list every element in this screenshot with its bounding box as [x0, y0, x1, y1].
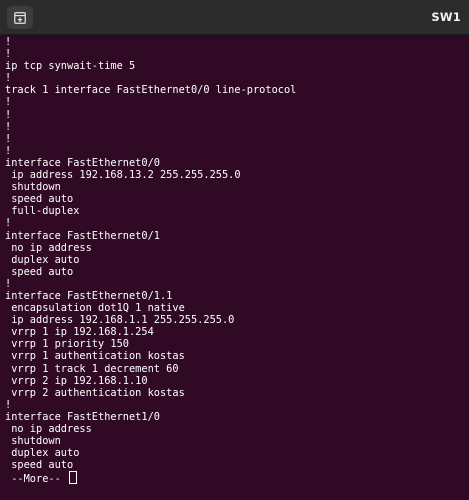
window-title: SW1 [431, 10, 461, 24]
terminal-line: ip tcp synwait-time 5 [5, 60, 136, 73]
terminal-line: interface FastEthernet1/0 [5, 410, 160, 423]
terminal-line: ! [5, 108, 12, 121]
terminal-line: duplex auto [5, 447, 80, 460]
terminal-line: ! [5, 132, 12, 145]
terminal-line: ! [5, 48, 12, 61]
more-prompt-text: --More-- [5, 473, 67, 486]
new-tab-button[interactable] [7, 6, 33, 29]
terminal-line: speed auto [5, 459, 74, 472]
terminal-line: ! [5, 144, 12, 157]
terminal-line: ip address 192.168.1.1 255.255.255.0 [5, 314, 235, 327]
terminal-line: ! [5, 72, 12, 85]
terminal-line: vrrp 1 priority 150 [5, 338, 129, 351]
terminal-line: ! [5, 96, 12, 109]
terminal-line: ip address 192.168.13.2 255.255.255.0 [5, 169, 241, 182]
terminal-line: ! [5, 217, 12, 230]
cursor [69, 471, 77, 485]
terminal-line: vrrp 2 authentication kostas [5, 386, 185, 399]
terminal-line: encapsulation dot1Q 1 native [5, 302, 185, 315]
terminal-line: ! [5, 398, 12, 411]
terminal-line: ! [5, 120, 12, 133]
terminal-line: ! [5, 36, 12, 48]
terminal-line: interface FastEthernet0/1 [5, 229, 160, 242]
terminal-line: shutdown [5, 181, 61, 194]
terminal-line: duplex auto [5, 253, 80, 266]
terminal-line: full-duplex [5, 205, 80, 218]
terminal-line: speed auto [5, 265, 74, 278]
terminal-line: shutdown [5, 435, 61, 448]
terminal-line: interface FastEthernet0/1.1 [5, 289, 173, 302]
title-bar: SW1 [0, 0, 469, 35]
terminal-window: SW1 !! ip tcp synwait-time 5! track 1 inte… [0, 0, 469, 500]
terminal-line: vrrp 2 ip 192.168.1.10 [5, 374, 148, 387]
terminal-line: vrrp 1 track 1 decrement 60 [5, 362, 179, 375]
more-prompt: --More-- [5, 471, 469, 486]
terminal-line: no ip address [5, 241, 92, 254]
terminal-line: vrrp 1 authentication kostas [5, 350, 185, 363]
terminal-output[interactable]: !! ip tcp synwait-time 5! track 1 interfac… [5, 34, 469, 500]
terminal-line: speed auto [5, 193, 74, 206]
terminal-line: interface FastEthernet0/0 [5, 156, 160, 169]
new-tab-icon [14, 11, 26, 24]
terminal-line: no ip address [5, 423, 92, 435]
terminal-line: track 1 interface FastEthernet0/0 line-p… [5, 84, 297, 97]
terminal-line: vrrp 1 ip 192.168.1.254 [5, 326, 154, 339]
terminal-line: ! [5, 277, 12, 290]
